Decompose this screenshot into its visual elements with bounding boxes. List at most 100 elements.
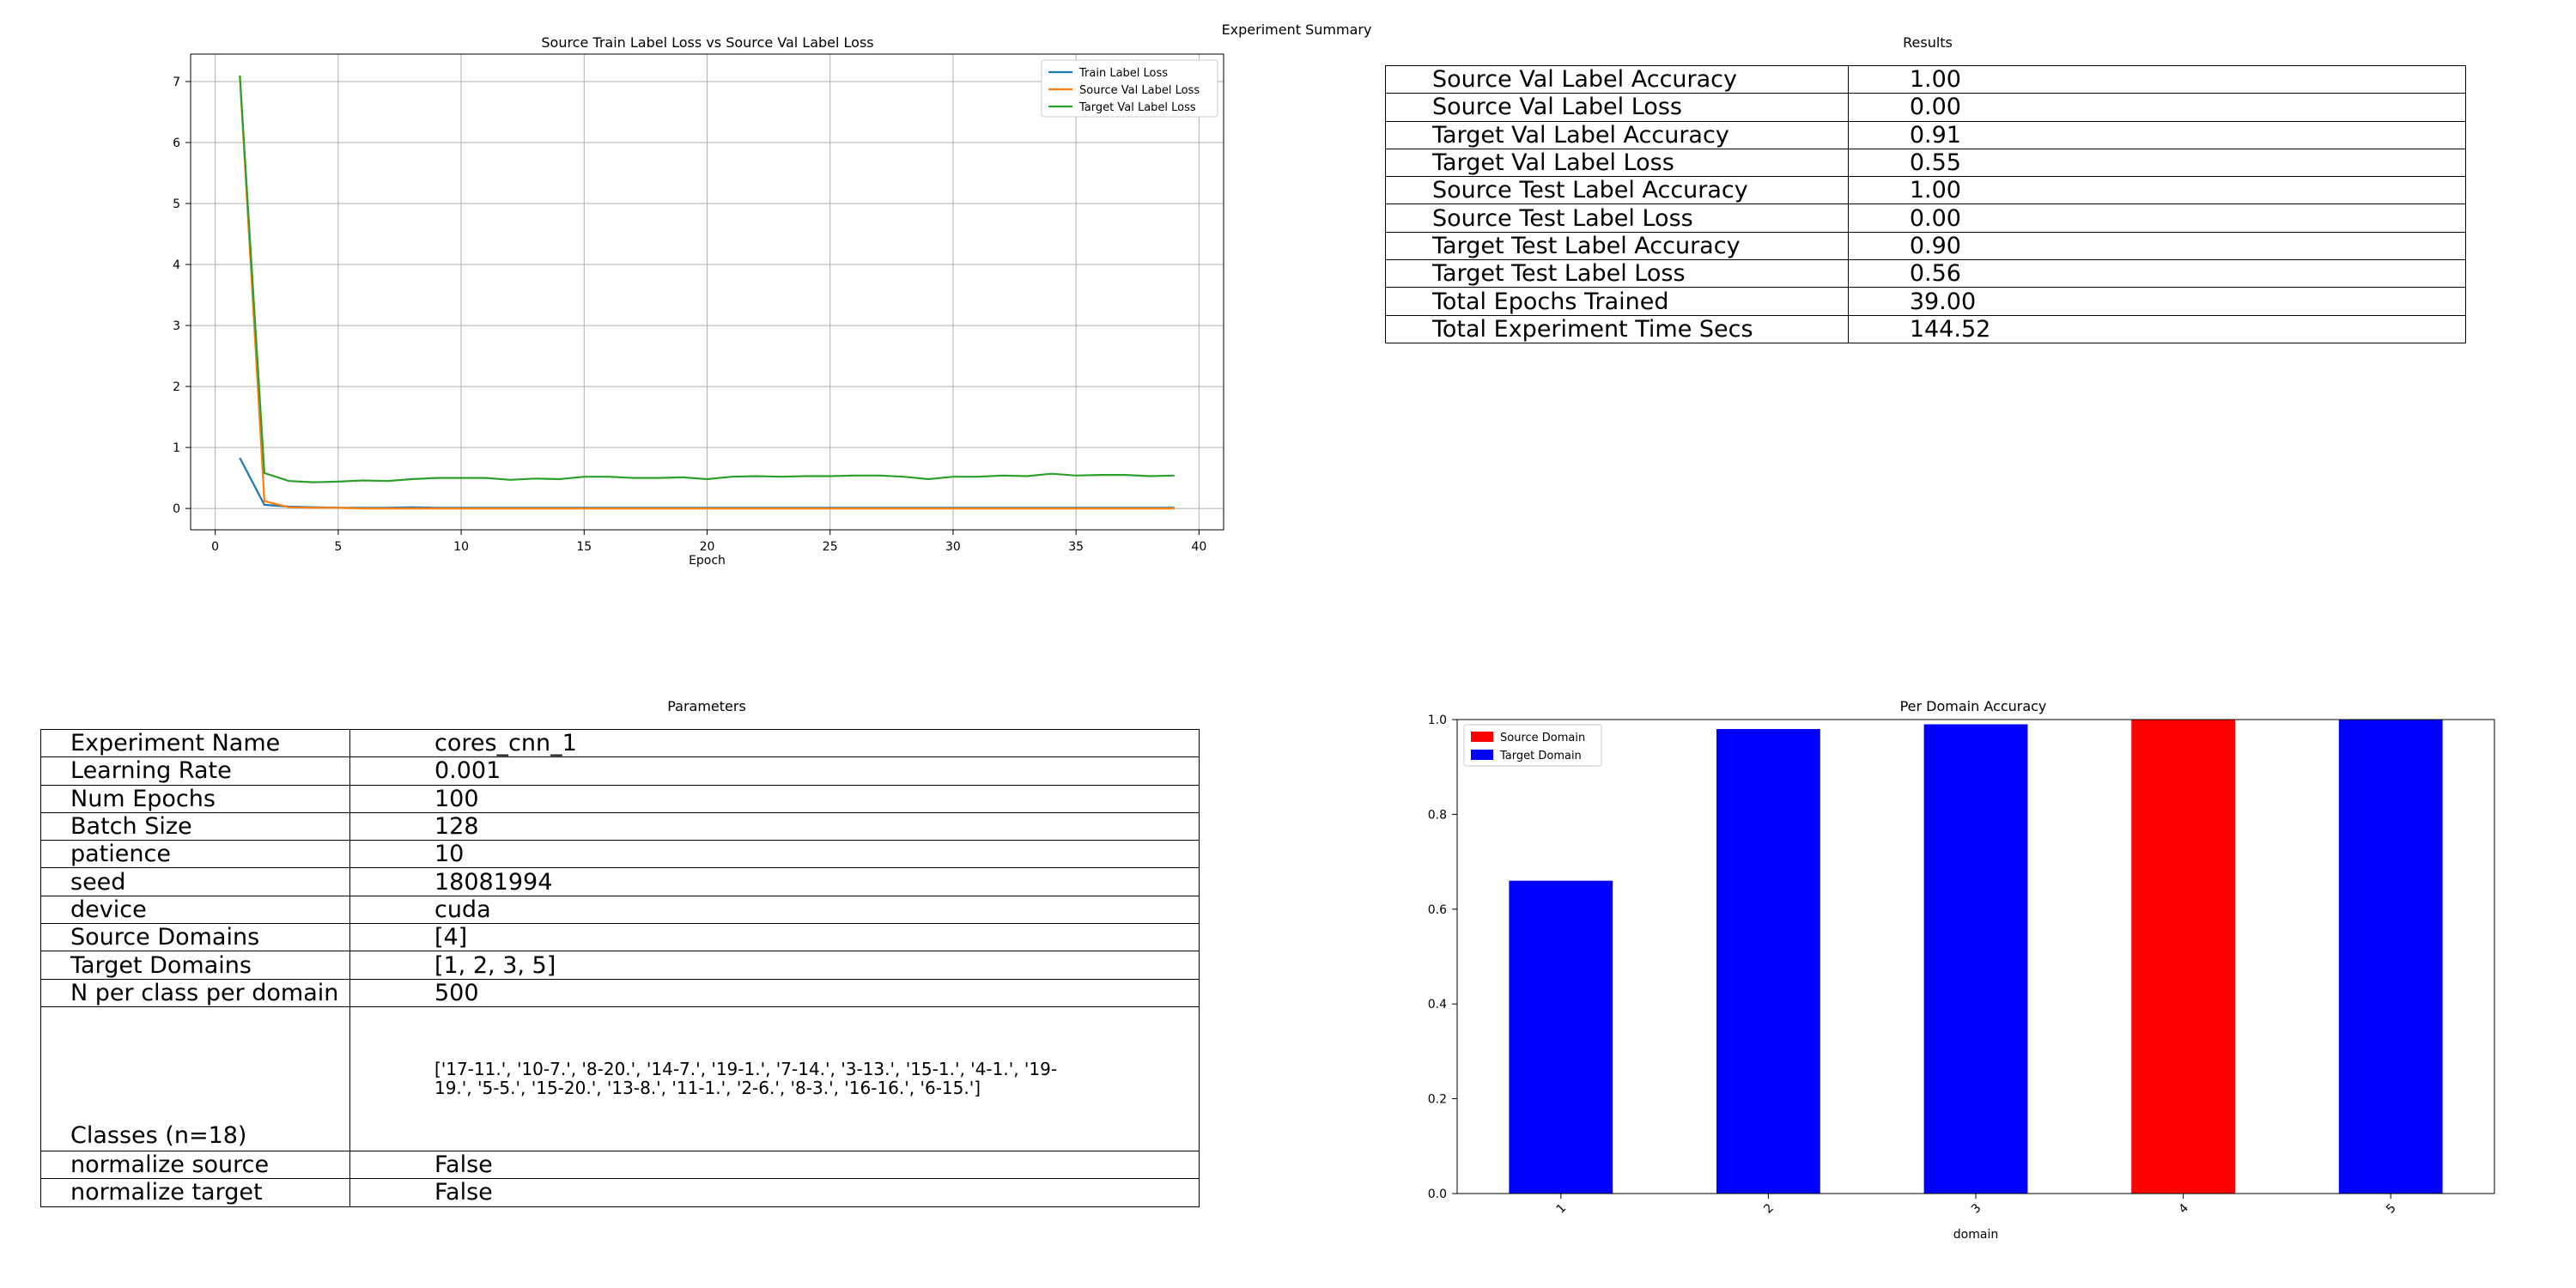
loss-xtick-label: 10 — [453, 540, 469, 554]
domain-bar-1 — [1509, 880, 1613, 1194]
parameter-label: Source Domains — [40, 923, 350, 952]
parameter-label: Classes (n=18) — [40, 1005, 350, 1151]
domain-ytick-label: 0.4 — [1428, 998, 1447, 1012]
loss-xtick-label: 30 — [945, 540, 961, 554]
parameter-label: normalize source — [40, 1150, 350, 1180]
loss-ytick-label: 1 — [173, 441, 180, 455]
results-value: 1.00 — [1847, 64, 2467, 94]
parameter-label: Target Domains — [40, 951, 350, 980]
parameter-row: Source Domains [4] — [40, 923, 1200, 952]
parameter-label: Learning Rate — [40, 756, 350, 786]
domain-xtick-label: 5 — [2384, 1201, 2399, 1217]
results-label: Target Val Label Loss — [1385, 148, 1849, 178]
parameter-value: 18081994 — [349, 867, 1200, 896]
domain-ytick-label: 0.2 — [1428, 1093, 1447, 1107]
domain-chart: 0.0 0.2 0.4 0.6 0.8 1.0 1 2 3 4 5 domain Source Doma… — [1428, 714, 2495, 1242]
results-label: Source Test Label Accuracy — [1385, 176, 1849, 205]
domain-ytick-label: 1.0 — [1428, 714, 1447, 727]
results-row: Source Val Label Loss 0.00 — [1385, 93, 2467, 122]
loss-ytick-label: 5 — [173, 197, 180, 211]
domain-bar-3 — [1923, 724, 2028, 1194]
results-value: 0.56 — [1847, 259, 2467, 289]
domain-xlabel: domain — [1953, 1228, 1998, 1242]
parameter-row: Num Epochs 100 — [40, 784, 1200, 813]
domain-legend-swatch — [1471, 732, 1493, 742]
domain-xtick-label: 3 — [1969, 1201, 1984, 1217]
results-row: Target Test Label Accuracy 0.90 — [1385, 231, 2467, 261]
results-label: Total Experiment Time Secs — [1385, 314, 1849, 343]
loss-legend-label: Target Val Label Loss — [1078, 101, 1196, 114]
parameters-table: Experiment Name cores_cnn_1 Learning Rate 0… — [40, 728, 1200, 1207]
results-value: 0.55 — [1847, 148, 2467, 178]
parameter-label: device — [40, 895, 350, 925]
domain-ytick-label: 0.0 — [1428, 1188, 1447, 1201]
results-label: Total Epochs Trained — [1385, 287, 1849, 316]
results-label: Target Val Label Accuracy — [1385, 120, 1849, 149]
parameter-label: Experiment Name — [40, 728, 350, 758]
domain-xtick-label: 2 — [1761, 1201, 1777, 1217]
parameter-row: N per class per domain 500 — [40, 978, 1200, 1007]
results-value: 39.00 — [1847, 287, 2467, 316]
domain-ytick-label: 0.6 — [1428, 903, 1447, 917]
domain-legend-label: Target Domain — [1499, 750, 1582, 762]
loss-xtick-label: 25 — [823, 540, 838, 554]
parameter-value: 10 — [349, 840, 1200, 869]
results-row: Target Val Label Loss 0.55 — [1385, 148, 2467, 178]
results-value: 0.00 — [1847, 204, 2467, 233]
loss-ytick-label: 6 — [173, 137, 180, 150]
loss-ytick-label: 2 — [173, 380, 180, 394]
parameter-value: 128 — [349, 811, 1200, 841]
loss-legend-label: Train Label Loss — [1078, 67, 1168, 80]
results-label: Source Test Label Loss — [1385, 204, 1849, 233]
loss-xlabel: Epoch — [689, 554, 726, 568]
results-title: Results — [1903, 34, 1953, 51]
results-value: 1.00 — [1847, 176, 2467, 205]
parameter-row: Experiment Name cores_cnn_1 — [40, 728, 1200, 758]
results-label: Source Val Label Accuracy — [1385, 64, 1849, 94]
results-value: 144.52 — [1847, 314, 2467, 343]
parameter-value: [4] — [349, 923, 1200, 952]
loss-legend-label: Source Val Label Loss — [1079, 84, 1200, 97]
loss-ytick-label: 0 — [173, 502, 180, 516]
parameter-value: 0.001 — [349, 756, 1200, 786]
parameter-label: normalize target — [40, 1178, 350, 1207]
loss-xtick-label: 5 — [334, 540, 342, 554]
results-row: Total Experiment Time Secs 144.52 — [1385, 314, 2467, 343]
parameter-value: cores_cnn_1 — [349, 728, 1200, 758]
results-row: Source Val Label Accuracy 1.00 — [1385, 64, 2467, 94]
loss-chart: 0 5 10 15 20 25 30 35 40 0 1 2 3 4 5 6 7 Epoch Train Label… — [173, 53, 1224, 568]
domain-legend-label: Source Domain — [1500, 732, 1585, 744]
results-row: Source Test Label Accuracy 1.00 — [1385, 176, 2467, 205]
loss-xtick-label: 40 — [1191, 540, 1206, 554]
parameter-row: Batch Size 128 — [40, 811, 1200, 841]
results-label: Target Test Label Accuracy — [1385, 231, 1849, 261]
parameter-label: Num Epochs — [40, 784, 350, 813]
parameter-row: Learning Rate 0.001 — [40, 756, 1200, 786]
domain-legend-swatch — [1471, 750, 1493, 760]
loss-xtick-label: 0 — [211, 540, 219, 554]
parameter-row: seed 18081994 — [40, 867, 1200, 896]
parameter-value: ['17-11.', '10-7.', '8-20.', '14-7.', '1… — [349, 1005, 1200, 1151]
domain-bar-4 — [2131, 720, 2235, 1194]
loss-ytick-label: 4 — [173, 258, 180, 272]
parameter-value: [1, 2, 3, 5] — [349, 951, 1200, 980]
parameter-value: 100 — [349, 784, 1200, 813]
parameter-row: normalize source False — [40, 1150, 1200, 1180]
parameter-label: N per class per domain — [40, 978, 350, 1007]
parameter-label: patience — [40, 840, 350, 869]
domain-ytick-label: 0.8 — [1428, 808, 1447, 822]
parameter-value: False — [349, 1178, 1200, 1207]
results-label: Target Test Label Loss — [1385, 259, 1849, 289]
results-value: 0.00 — [1847, 93, 2467, 122]
parameters-title: Parameters — [667, 698, 746, 714]
parameter-row: device cuda — [40, 895, 1200, 925]
loss-xtick-label: 20 — [700, 540, 715, 554]
results-row: Source Test Label Loss 0.00 — [1385, 204, 2467, 233]
domain-xtick-label: 1 — [1554, 1201, 1570, 1217]
results-row: Target Val Label Accuracy 0.91 — [1385, 120, 2467, 149]
results-table: Source Val Label Accuracy 1.00 Source Val … — [1385, 64, 2467, 343]
domain-xtick-label: 4 — [2176, 1201, 2191, 1217]
domain-bar-2 — [1716, 729, 1820, 1194]
parameter-row: normalize target False — [40, 1178, 1200, 1207]
parameter-label: Batch Size — [40, 811, 350, 841]
